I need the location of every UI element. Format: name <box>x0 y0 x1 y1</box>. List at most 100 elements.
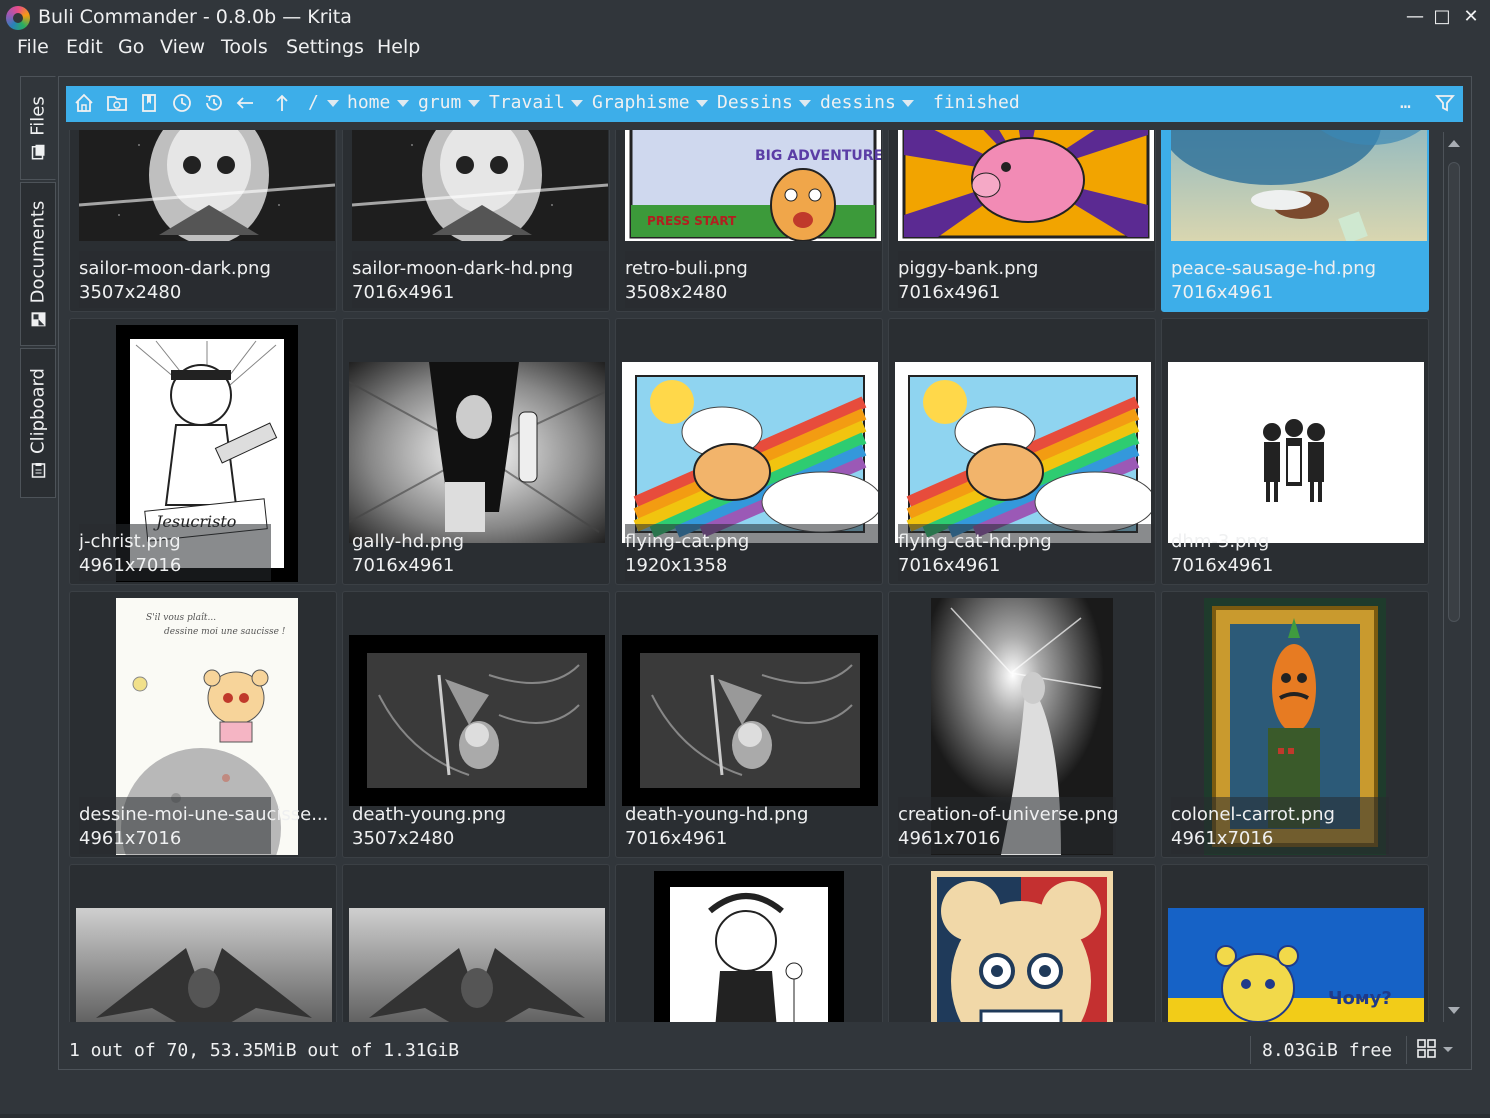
tab-documents-label: Documents <box>27 200 49 304</box>
thumbnail <box>898 130 1154 241</box>
menu-edit[interactable]: Edit <box>66 36 103 58</box>
file-tile-selected[interactable]: peace-sausage-hd.png 7016x4961 <box>1161 130 1429 312</box>
file-name: flying-cat-hd.png <box>898 531 1052 552</box>
menu-bar: File Edit Go View Tools Settings Help <box>0 36 1490 64</box>
file-tile[interactable] <box>342 864 610 1022</box>
path-bar: / home grum Travail Graphisme Dessins de… <box>66 86 1463 122</box>
file-name: death-young-hd.png <box>625 804 809 825</box>
file-tile[interactable]: colonel-carrot.png 4961x7016 <box>1161 591 1429 858</box>
history-icon[interactable] <box>202 92 226 116</box>
clipboard-icon <box>30 462 46 478</box>
file-tile[interactable] <box>69 864 337 1022</box>
file-tile[interactable] <box>615 864 883 1022</box>
crumb-home[interactable]: home <box>347 92 390 113</box>
file-tile[interactable]: piggy-bank.png 7016x4961 <box>888 130 1156 312</box>
scroll-down-icon[interactable] <box>1448 1007 1460 1014</box>
file-dimensions: 1920x1358 <box>625 555 728 576</box>
free-space: 8.03GiB free <box>1262 1040 1393 1061</box>
file-tile[interactable]: sailor-moon-dark-hd.png 7016x4961 <box>342 130 610 312</box>
crumb-graphisme[interactable]: Graphisme <box>592 92 690 113</box>
crumb-finished[interactable]: finished <box>933 92 1020 113</box>
minimize-button[interactable]: — <box>1403 5 1427 29</box>
scrollbar-thumb[interactable] <box>1448 162 1460 622</box>
file-tile[interactable]: Jesucristo j-christ.png 4961x7016 <box>69 318 337 585</box>
svg-text:S'il vous plaît...: S'il vous plaît... <box>146 612 216 623</box>
menu-view[interactable]: View <box>160 36 205 58</box>
file-name: retro-buli.png <box>625 258 748 279</box>
chevron-down-icon[interactable] <box>902 100 914 107</box>
file-tile[interactable]: dhm-3.png 7016x4961 <box>1161 318 1429 585</box>
chevron-down-icon[interactable] <box>571 100 583 107</box>
close-button[interactable]: ✕ <box>1459 5 1483 29</box>
menu-help[interactable]: Help <box>377 36 420 58</box>
file-name: flying-cat.png <box>625 531 750 552</box>
tab-files-label: Files <box>27 96 49 136</box>
tab-clipboard-label: Clipboard <box>27 368 49 454</box>
chevron-down-icon[interactable] <box>397 100 409 107</box>
open-folder-icon[interactable] <box>105 92 129 116</box>
file-dimensions: 7016x4961 <box>898 555 1001 576</box>
home-icon[interactable] <box>72 92 96 116</box>
file-tile[interactable]: death-young-hd.png 7016x4961 <box>615 591 883 858</box>
file-tile[interactable]: BIG ADVENTURE! PRESS START retro-buli.png… <box>615 130 883 312</box>
krita-logo-icon <box>6 6 30 30</box>
thumbnail <box>349 635 605 806</box>
menu-settings[interactable]: Settings <box>286 36 364 58</box>
status-bar: 1 out of 70, 53.35MiB out of 1.31GiB 8.0… <box>66 1032 1463 1064</box>
back-arrow-icon[interactable] <box>233 92 257 116</box>
menu-go[interactable]: Go <box>118 36 144 58</box>
up-arrow-icon[interactable] <box>270 92 294 116</box>
view-mode-button[interactable] <box>1416 1038 1456 1060</box>
file-tile[interactable]: death-young.png 3507x2480 <box>342 591 610 858</box>
maximize-button[interactable]: □ <box>1430 5 1454 29</box>
svg-text:PRESS START: PRESS START <box>647 214 737 228</box>
thumbnail <box>79 130 335 241</box>
file-dimensions: 4961x7016 <box>898 828 1001 849</box>
filter-icon[interactable] <box>1433 92 1457 116</box>
chevron-down-icon[interactable] <box>327 100 339 107</box>
thumbnail <box>76 908 332 1022</box>
files-icon <box>30 144 46 160</box>
file-tile[interactable]: Чому? <box>1161 864 1429 1022</box>
file-tile[interactable]: creation-of-universe.png 4961x7016 <box>888 591 1156 858</box>
crumb-dessins[interactable]: Dessins <box>717 92 793 113</box>
more-button[interactable]: … <box>1400 92 1411 113</box>
file-tile[interactable] <box>888 864 1156 1022</box>
grid-view-icon <box>1417 1039 1453 1058</box>
selection-summary: 1 out of 70, 53.35MiB out of 1.31GiB <box>69 1040 460 1061</box>
file-tile[interactable]: gally-hd.png 7016x4961 <box>342 318 610 585</box>
chevron-down-icon[interactable] <box>468 100 480 107</box>
crumb-grum[interactable]: grum <box>418 92 461 113</box>
file-tile[interactable]: flying-cat.png 1920x1358 <box>615 318 883 585</box>
menu-file[interactable]: File <box>17 36 49 58</box>
chevron-down-icon[interactable] <box>696 100 708 107</box>
file-tile[interactable]: S'il vous plaît... dessine moi une saucis… <box>69 591 337 858</box>
thumbnail: Чому? <box>1168 908 1424 1022</box>
svg-text:Чому?: Чому? <box>1328 988 1392 1009</box>
file-tile[interactable]: sailor-moon-dark.png 3507x2480 <box>69 130 337 312</box>
file-name: j-christ.png <box>79 531 181 552</box>
file-name: dessine-moi-une-saucisse... <box>79 804 329 825</box>
file-dimensions: 3508x2480 <box>625 282 728 303</box>
thumbnail <box>349 362 605 543</box>
thumbnail <box>622 362 878 543</box>
thumbnail <box>895 362 1151 543</box>
chevron-down-icon[interactable] <box>799 100 811 107</box>
menu-tools[interactable]: Tools <box>221 36 268 58</box>
tab-clipboard[interactable]: Clipboard <box>20 348 56 498</box>
svg-text:BIG ADVENTURE!: BIG ADVENTURE! <box>755 148 881 164</box>
crumb-dessins-sub[interactable]: dessins <box>820 92 896 113</box>
history-back-icon[interactable] <box>170 92 194 116</box>
file-tile[interactable]: flying-cat-hd.png 7016x4961 <box>888 318 1156 585</box>
file-name: dhm-3.png <box>1171 531 1270 552</box>
file-dimensions: 7016x4961 <box>352 555 455 576</box>
crumb-root[interactable]: / <box>308 92 319 113</box>
tab-files[interactable]: Files <box>20 76 56 180</box>
scroll-up-icon[interactable] <box>1448 140 1460 147</box>
tab-documents[interactable]: Documents <box>20 182 56 346</box>
file-name: colonel-carrot.png <box>1171 804 1335 825</box>
vertical-scrollbar[interactable] <box>1443 132 1463 1022</box>
crumb-travail[interactable]: Travail <box>489 92 565 113</box>
bookmarks-icon[interactable] <box>138 92 162 116</box>
file-dimensions: 4961x7016 <box>1171 828 1274 849</box>
